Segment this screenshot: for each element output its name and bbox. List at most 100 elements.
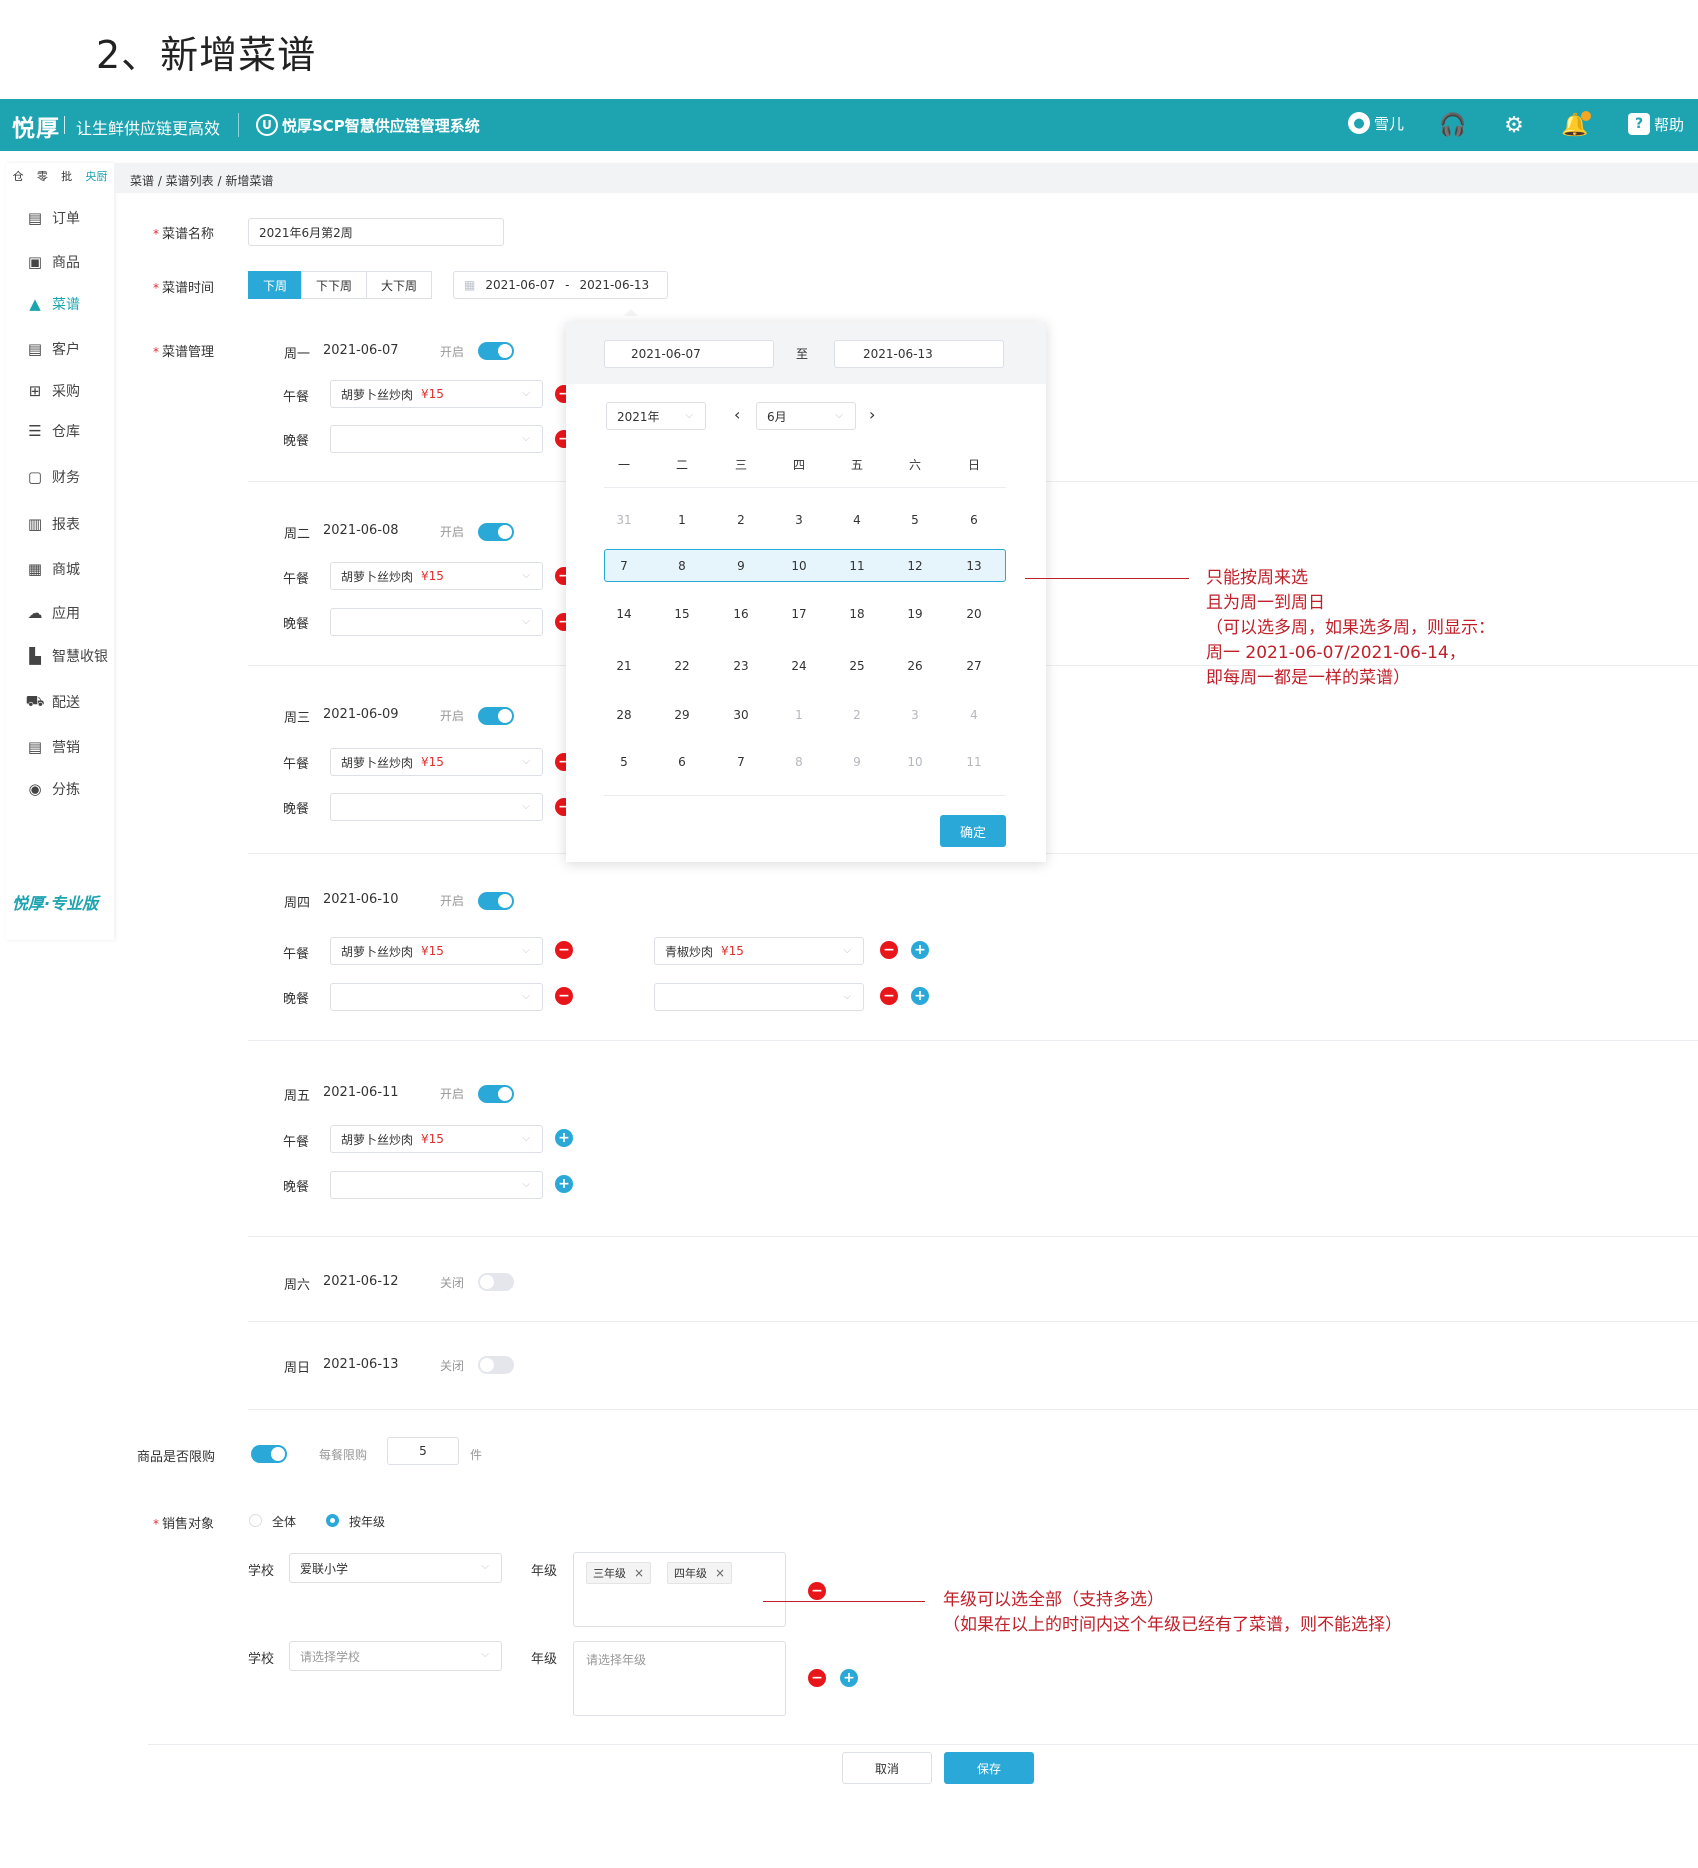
save-button[interactable]: 保存 — [944, 1752, 1034, 1784]
year-select[interactable]: 2021年 ⌵ — [606, 402, 706, 430]
calendar-day[interactable]: 19 — [895, 607, 935, 621]
calendar-day[interactable]: 29 — [662, 708, 702, 722]
calendar-day[interactable]: 4 — [837, 513, 877, 527]
calendar-day[interactable]: 23 — [721, 659, 761, 673]
add-dish-icon[interactable]: + — [911, 987, 929, 1005]
day-toggle[interactable] — [478, 523, 514, 541]
sidebar-item-apps[interactable]: ☁ 应用 — [26, 603, 81, 623]
calendar-day[interactable]: 12 — [895, 559, 935, 573]
add-dish-icon[interactable]: + — [555, 1129, 573, 1147]
calendar-day[interactable]: 24 — [779, 659, 819, 673]
lunch-dish-select[interactable]: 胡萝卜丝炒肉 ¥15 ⌵ — [330, 562, 543, 590]
calendar-day[interactable]: 28 — [604, 708, 644, 722]
sidebar-item-recipes[interactable]: ▲ 菜谱 — [26, 294, 80, 314]
recipe-name-input[interactable]: 2021年6月第2周 — [248, 218, 504, 246]
calendar-day[interactable]: 4 — [954, 708, 994, 722]
dinner-dish-select[interactable]: ⌵ — [330, 425, 543, 453]
sidebar-item-warehouse[interactable]: ☰ 仓库 — [26, 421, 80, 441]
purchase-limit-toggle[interactable] — [251, 1445, 287, 1463]
help-button[interactable]: ? 帮助 — [1628, 113, 1684, 135]
settings-gear-icon[interactable]: ⚙ — [1502, 113, 1526, 138]
calendar-day[interactable]: 9 — [837, 755, 877, 769]
notification-bell-icon[interactable]: 🔔 — [1561, 111, 1591, 138]
calendar-day[interactable]: 8 — [662, 559, 702, 573]
calendar-day[interactable]: 15 — [662, 607, 702, 621]
remove-dish-icon[interactable]: − — [555, 941, 573, 959]
calendar-day[interactable]: 3 — [779, 513, 819, 527]
sidebar-item-sorting[interactable]: ◉ 分拣 — [26, 779, 80, 799]
calendar-day[interactable]: 3 — [895, 708, 935, 722]
school-select-empty[interactable]: 请选择学校 ⌵ — [289, 1641, 502, 1671]
calendar-day[interactable]: 7 — [721, 755, 761, 769]
sidebar-tab-active[interactable]: 央厨 — [85, 168, 107, 184]
week-after-next-button[interactable]: 下下周 — [301, 271, 368, 299]
add-school-icon[interactable]: + — [840, 1669, 858, 1687]
calendar-day[interactable]: 10 — [895, 755, 935, 769]
sidebar-item-orders[interactable]: ▤ 订单 — [26, 208, 80, 228]
sidebar-item-delivery[interactable]: ⛟ 配送 — [26, 692, 80, 712]
brand-logo[interactable]: 悦厚 — [12, 109, 60, 143]
month-select[interactable]: 6月 ⌵ — [756, 402, 856, 430]
limit-qty-input[interactable]: 5 — [387, 1437, 459, 1465]
sidebar-item-reports[interactable]: ▥ 报表 — [26, 514, 80, 534]
remove-dish-icon[interactable]: − — [555, 987, 573, 1005]
calendar-day[interactable]: 1 — [779, 708, 819, 722]
calendar-day[interactable]: 5 — [895, 513, 935, 527]
calendar-day[interactable]: 14 — [604, 607, 644, 621]
sidebar-item-marketing[interactable]: ▤ 营销 — [26, 737, 80, 757]
calendar-day[interactable]: 6 — [954, 513, 994, 527]
calendar-day[interactable]: 13 — [954, 559, 994, 573]
calendar-day[interactable]: 18 — [837, 607, 877, 621]
radio-all[interactable] — [249, 1514, 262, 1527]
next-month-icon[interactable]: › — [869, 405, 875, 424]
calendar-day[interactable]: 26 — [895, 659, 935, 673]
radio-by-grade[interactable] — [326, 1514, 339, 1527]
dinner-dish-select[interactable]: ⌵ — [330, 608, 543, 636]
cancel-button[interactable]: 取消 — [842, 1752, 932, 1784]
calendar-day[interactable]: 25 — [837, 659, 877, 673]
sidebar-tab[interactable]: 仓 — [13, 168, 24, 184]
grade-multiselect[interactable]: 三年级 × 四年级 × — [573, 1552, 786, 1627]
day-toggle[interactable] — [478, 892, 514, 910]
calendar-day[interactable]: 16 — [721, 607, 761, 621]
dinner-dish-select[interactable]: ⌵ — [330, 983, 543, 1011]
add-dish-icon[interactable]: + — [555, 1175, 573, 1193]
calendar-day[interactable]: 7 — [604, 559, 644, 573]
calendar-day[interactable]: 9 — [721, 559, 761, 573]
user-menu[interactable]: ● 雪儿 — [1348, 112, 1404, 134]
sidebar-tab[interactable]: 批 — [61, 168, 72, 184]
sidebar-tab[interactable]: 零 — [37, 168, 48, 184]
day-toggle[interactable] — [478, 707, 514, 725]
sidebar-item-purchase[interactable]: ⊞ 采购 — [26, 381, 80, 401]
remove-school-icon[interactable]: − — [808, 1582, 826, 1600]
lunch-dish-select[interactable]: 胡萝卜丝炒肉 ¥15 ⌵ — [330, 380, 543, 408]
sidebar-item-customers[interactable]: ▤ 客户 — [26, 339, 80, 359]
calendar-day[interactable]: 21 — [604, 659, 644, 673]
close-icon[interactable]: × — [634, 1566, 644, 1580]
range-to-input[interactable]: 2021-06-13 — [834, 340, 1004, 368]
calendar-day[interactable]: 31 — [604, 513, 644, 527]
remove-dish-icon[interactable]: − — [880, 987, 898, 1005]
grade-multiselect-empty[interactable]: 请选择年级 — [573, 1641, 786, 1716]
calendar-day[interactable]: 2 — [721, 513, 761, 527]
calendar-day[interactable]: 11 — [837, 559, 877, 573]
calendar-day[interactable]: 5 — [604, 755, 644, 769]
remove-dish-icon[interactable]: − — [880, 941, 898, 959]
calendar-day[interactable]: 20 — [954, 607, 994, 621]
calendar-day[interactable]: 27 — [954, 659, 994, 673]
sidebar-item-pos[interactable]: ▙ 智慧收银 — [26, 646, 108, 666]
lunch-dish-select[interactable]: 胡萝卜丝炒肉 ¥15 ⌵ — [330, 748, 543, 776]
dinner-dish-select-2[interactable]: ⌵ — [654, 983, 864, 1011]
dinner-dish-select[interactable]: ⌵ — [330, 1171, 543, 1199]
close-icon[interactable]: × — [715, 1566, 725, 1580]
calendar-day[interactable]: 6 — [662, 755, 702, 769]
lunch-dish-select[interactable]: 胡萝卜丝炒肉 ¥15 ⌵ — [330, 1125, 543, 1153]
day-toggle[interactable] — [478, 1356, 514, 1374]
day-toggle[interactable] — [478, 1085, 514, 1103]
calendar-day[interactable]: 10 — [779, 559, 819, 573]
third-week-button[interactable]: 大下周 — [366, 271, 433, 299]
calendar-day[interactable]: 8 — [779, 755, 819, 769]
calendar-day[interactable]: 11 — [954, 755, 994, 769]
next-week-button[interactable]: 下周 — [248, 271, 303, 299]
day-toggle[interactable] — [478, 342, 514, 360]
